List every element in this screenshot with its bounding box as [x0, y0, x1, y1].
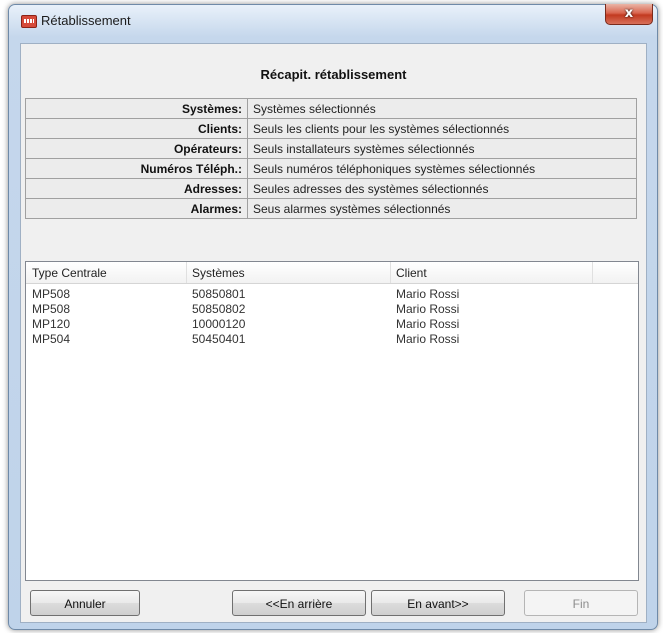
cancel-button[interactable]: Annuler [30, 590, 140, 616]
summary-key: Alarmes: [25, 198, 248, 219]
cell-system: 50450401 [192, 332, 246, 346]
cell-type: MP120 [32, 317, 71, 331]
summary-value: Seuls numéros téléphoniques systèmes sél… [247, 158, 637, 179]
summary-key: Numéros Téléph.: [25, 158, 248, 179]
summary-key: Adresses: [25, 178, 248, 199]
summary-key: Opérateurs: [25, 138, 248, 159]
summary-key: Clients: [25, 118, 248, 139]
list-header: Type Centrale Systèmes Client [26, 262, 638, 284]
summary-value: Seuls installateurs systèmes sélectionné… [247, 138, 637, 159]
cell-client: Mario Rossi [396, 332, 460, 346]
list-row[interactable]: MP120 10000120 Mario Rossi [26, 316, 638, 331]
cell-client: Mario Rossi [396, 302, 460, 316]
column-header-systems[interactable]: Systèmes [192, 266, 245, 280]
page-title: Récapit. rétablissement [260, 67, 407, 82]
column-divider[interactable] [186, 262, 187, 283]
summary-key: Systèmes: [25, 98, 248, 119]
app-icon [21, 15, 37, 28]
systems-list[interactable]: Type Centrale Systèmes Client MP508 5085… [25, 261, 639, 581]
list-row[interactable]: MP508 50850801 Mario Rossi [26, 286, 638, 301]
list-row[interactable]: MP504 50450401 Mario Rossi [26, 331, 638, 346]
cell-type: MP508 [32, 302, 71, 316]
list-row[interactable]: MP508 50850802 Mario Rossi [26, 301, 638, 316]
summary-row: Numéros Téléph.: Seuls numéros téléphoni… [25, 158, 637, 179]
cell-type: MP508 [32, 287, 71, 301]
dialog-window: Rétablissement x Récapit. rétablissement… [8, 4, 658, 630]
column-header-type[interactable]: Type Centrale [32, 266, 107, 280]
cell-client: Mario Rossi [396, 317, 460, 331]
cell-system: 50850801 [192, 287, 246, 301]
summary-row: Opérateurs: Seuls installateurs systèmes… [25, 138, 637, 159]
dialog-body: Récapit. rétablissement Systèmes: Systèm… [20, 43, 647, 623]
next-button[interactable]: En avant>> [371, 590, 505, 616]
back-button[interactable]: <<En arrière [232, 590, 366, 616]
summary-table: Systèmes: Systèmes sélectionnés Clients:… [25, 98, 637, 219]
cell-type: MP504 [32, 332, 71, 346]
cell-client: Mario Rossi [396, 287, 460, 301]
summary-row: Clients: Seuls les clients pour les syst… [25, 118, 637, 139]
column-header-client[interactable]: Client [396, 266, 427, 280]
summary-value: Seus alarmes systèmes sélectionnés [247, 198, 637, 219]
summary-value: Seules adresses des systèmes sélectionné… [247, 178, 637, 199]
cell-system: 50850802 [192, 302, 246, 316]
window-title: Rétablissement [41, 13, 131, 28]
summary-row: Systèmes: Systèmes sélectionnés [25, 98, 637, 119]
column-divider[interactable] [592, 262, 593, 283]
close-button[interactable]: x [605, 4, 653, 25]
cell-system: 10000120 [192, 317, 246, 331]
summary-value: Seuls les clients pour les systèmes séle… [247, 118, 637, 139]
column-divider[interactable] [390, 262, 391, 283]
summary-row: Adresses: Seules adresses des systèmes s… [25, 178, 637, 199]
summary-row: Alarmes: Seus alarmes systèmes sélection… [25, 198, 637, 219]
summary-value: Systèmes sélectionnés [247, 98, 637, 119]
finish-button[interactable]: Fin [524, 590, 638, 616]
